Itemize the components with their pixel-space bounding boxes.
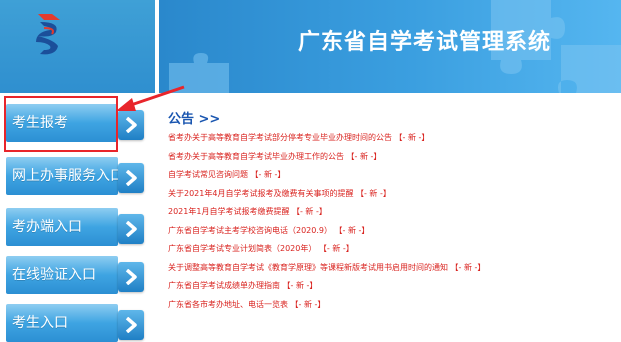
logo-panel (0, 0, 155, 93)
notice-link[interactable]: 省考办关于高等教育自学考试部分停考专业毕业办理时间的公告 (168, 133, 392, 142)
sidebar-item-label: 考生报考 (12, 115, 68, 131)
notice-link[interactable]: 广东省自学考试专业计划简表（2020年） (168, 244, 316, 253)
notice-link[interactable]: 省考办关于高等教育自学考试毕业办理工作的公告 (168, 152, 344, 161)
list-item: 2021年1月自学考试报考缴费提醒 【- 新 -】 (168, 203, 618, 222)
list-item: 省考办关于高等教育自学考试毕业办理工作的公告 【- 新 -】 (168, 148, 618, 167)
notice-link[interactable]: 自学考试常见咨询问题 (168, 170, 248, 179)
sidebar-item-online-services[interactable]: 网上办事服务入口 (6, 157, 146, 195)
list-item: 自学考试常见咨询问题 【- 新 -】 (168, 166, 618, 185)
new-tag: 【- 新 -】 (250, 170, 286, 179)
list-item: 关于2021年4月自学考试报考及缴费有关事项的提醒 【- 新 -】 (168, 185, 618, 204)
sidebar-item-candidate-entry[interactable]: 考生入口 (6, 304, 146, 342)
sidebar-item-label: 在线验证入口 (12, 267, 96, 283)
new-tag: 【- 新 -】 (282, 281, 318, 290)
new-tag: 【- 新 -】 (394, 133, 430, 142)
sidebar-item-label: 考办端入口 (12, 219, 82, 235)
notice-link[interactable]: 关于调整高等教育自学考试《教育学原理》等课程新版考试用书启用时间的通知 (168, 263, 448, 272)
chevron-right-icon[interactable] (118, 262, 144, 292)
notice-link[interactable]: 广东省自学考试成绩单办理指南 (168, 281, 280, 290)
new-tag: 【- 新 -】 (292, 207, 327, 216)
new-tag: 【- 新 -】 (346, 151, 382, 161)
sidebar-item-label: 网上办事服务入口 (12, 168, 124, 184)
new-tag: 【- 新 -】 (450, 262, 486, 272)
chevron-right-icon[interactable] (118, 163, 144, 193)
header-banner: 广东省自学考试管理系统 (159, 0, 621, 93)
chevron-right-icon[interactable] (118, 310, 144, 340)
list-item: 广东省各市考办地址、电话一览表 【- 新 -】 (168, 296, 618, 315)
new-tag: 【- 新 -】 (334, 225, 370, 235)
notice-heading[interactable]: 公告 >> (168, 108, 220, 127)
notice-link[interactable]: 广东省各市考办地址、电话一览表 (168, 300, 288, 309)
sidebar-item-online-verification[interactable]: 在线验证入口 (6, 256, 146, 294)
chevron-right-icon[interactable] (118, 214, 144, 244)
list-item: 广东省自学考试专业计划简表（2020年） 【- 新 -】 (168, 240, 618, 259)
list-item: 广东省自学考试主考学校咨询电话（2020.9） 【- 新 -】 (168, 222, 618, 241)
list-item: 关于调整高等教育自学考试《教育学原理》等课程新版考试用书启用时间的通知 【- 新… (168, 259, 618, 278)
sidebar-item-exam-office[interactable]: 考办端入口 (6, 208, 146, 246)
list-item: 广东省自学考试成绩单办理指南 【- 新 -】 (168, 277, 618, 296)
exam-authority-logo-icon (36, 14, 60, 55)
system-title: 广东省自学考试管理系统 (298, 30, 552, 55)
new-tag: 【- 新 -】 (356, 188, 391, 198)
notice-list: 省考办关于高等教育自学考试部分停考专业毕业办理时间的公告 【- 新 -】 省考办… (168, 129, 618, 314)
notice-link[interactable]: 关于2021年4月自学考试报考及缴费有关事项的提醒 (168, 189, 353, 198)
sidebar-item-label: 考生入口 (12, 315, 68, 331)
new-tag: 【- 新 -】 (290, 299, 326, 309)
notice-link[interactable]: 2021年1月自学考试报考缴费提醒 (168, 207, 289, 216)
new-tag: 【- 新 -】 (318, 244, 354, 253)
notice-link[interactable]: 广东省自学考试主考学校咨询电话（2020.9） (168, 226, 332, 235)
list-item: 省考办关于高等教育自学考试部分停考专业毕业办理时间的公告 【- 新 -】 (168, 129, 618, 148)
